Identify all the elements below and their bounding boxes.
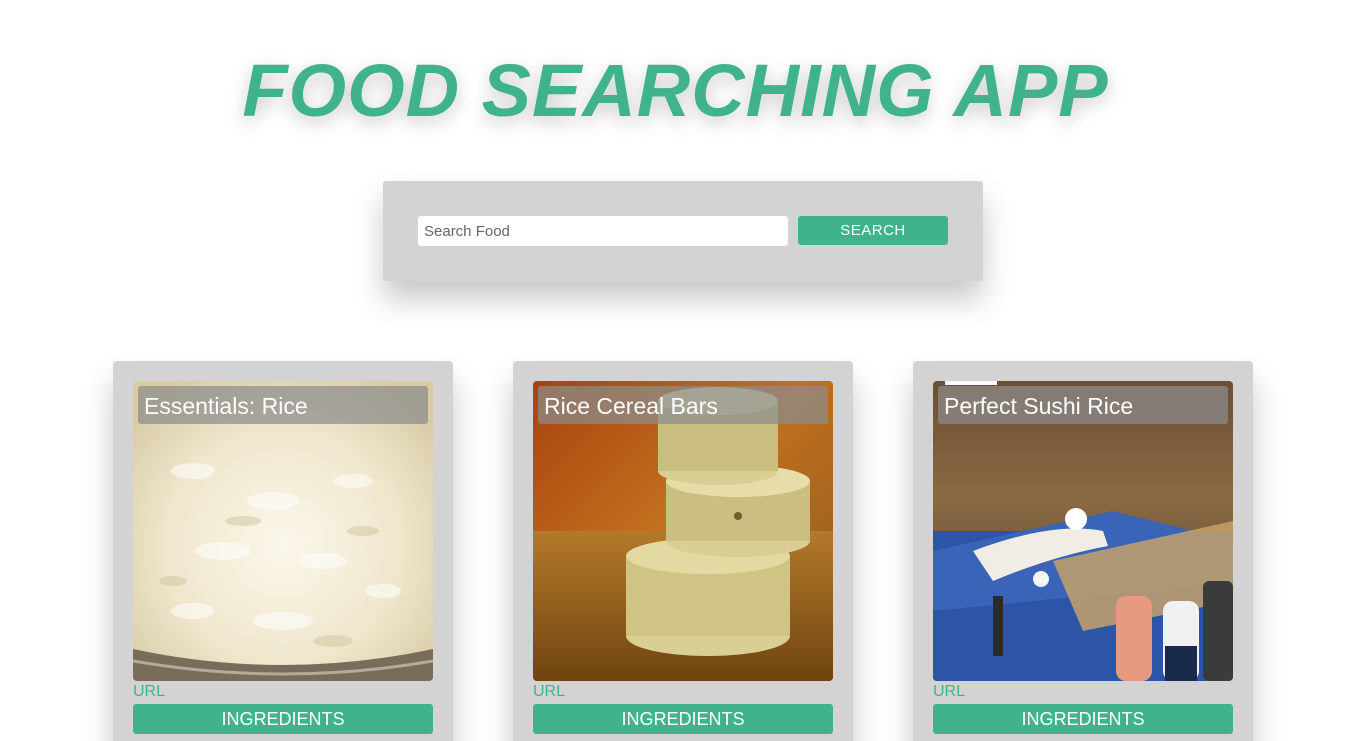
app-title: FOOD SEARCHING APP [242, 49, 1109, 132]
recipe-card: Rice Cereal Bars URL INGREDIENTS [513, 361, 853, 741]
recipe-title: Essentials: Rice [138, 386, 428, 424]
recipe-title: Perfect Sushi Rice [938, 386, 1228, 424]
ingredients-button[interactable]: INGREDIENTS [533, 704, 833, 734]
search-button[interactable]: SEARCH [798, 216, 948, 245]
rice-cereal-bars-photo-icon [533, 381, 833, 681]
search-panel: SEARCH [383, 181, 983, 281]
recipe-card: Perfect Sushi Rice URL INGREDIENTS [913, 361, 1253, 741]
sushi-rice-photo-icon [933, 381, 1233, 681]
ingredients-button[interactable]: INGREDIENTS [133, 704, 433, 734]
recipe-url-link[interactable]: URL [933, 683, 965, 701]
recipe-url-link[interactable]: URL [133, 683, 165, 701]
ingredients-button[interactable]: INGREDIENTS [933, 704, 1233, 734]
recipe-image[interactable]: Essentials: Rice [133, 381, 433, 681]
recipe-image[interactable]: Rice Cereal Bars [533, 381, 833, 681]
recipe-card: Essentials: Rice URL INGREDIENTS [113, 361, 453, 741]
rice-bowl-photo-icon [133, 381, 433, 681]
search-input[interactable] [418, 216, 788, 246]
page: FOOD SEARCHING APP SEARCH [0, 0, 1351, 741]
recipe-url-link[interactable]: URL [533, 683, 565, 701]
recipe-title: Rice Cereal Bars [538, 386, 828, 424]
recipe-image[interactable]: Perfect Sushi Rice [933, 381, 1233, 681]
